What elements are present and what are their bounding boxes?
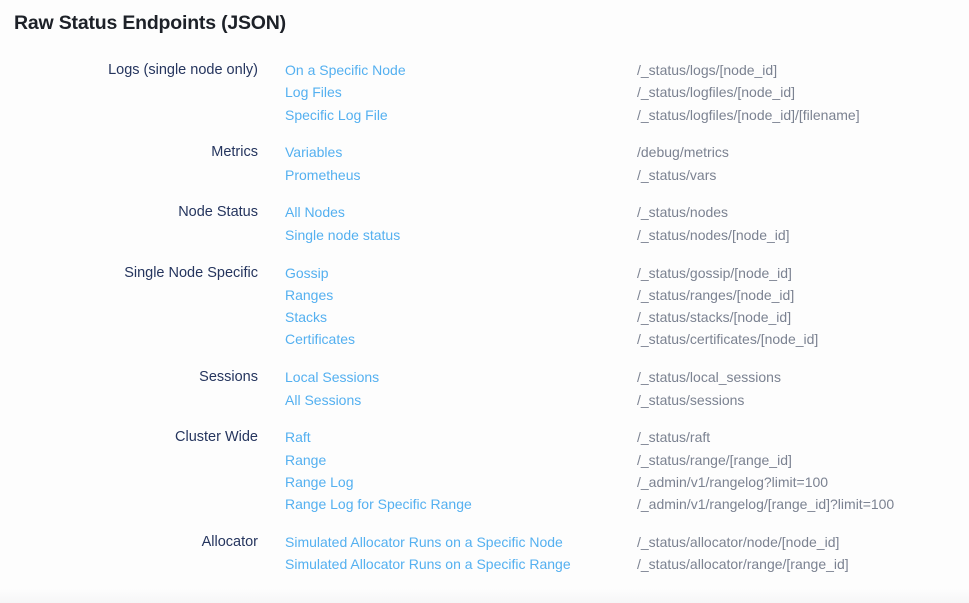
category-label: Logs (single node only) — [0, 59, 258, 81]
endpoint-link[interactable]: Single node status — [285, 224, 637, 246]
endpoint-link[interactable]: Local Sessions — [285, 366, 637, 388]
page-title: Raw Status Endpoints (JSON) — [14, 12, 969, 35]
category-label: Metrics — [0, 141, 258, 163]
endpoint-path: /_status/range/[range_id] — [637, 449, 792, 471]
endpoint-path: /_status/nodes/[node_id] — [637, 224, 790, 246]
endpoint-section: Cluster Wide Raft /_status/raft Range /_… — [0, 426, 969, 515]
section-rows: On a Specific Node /_status/logs/[node_i… — [285, 59, 969, 126]
endpoint-link[interactable]: Simulated Allocator Runs on a Specific N… — [285, 531, 637, 553]
endpoint-row: Variables /debug/metrics — [285, 141, 969, 163]
endpoint-link[interactable]: On a Specific Node — [285, 59, 637, 81]
endpoint-row: All Sessions /_status/sessions — [285, 389, 969, 411]
endpoint-row: Simulated Allocator Runs on a Specific N… — [285, 531, 969, 553]
endpoint-row: Gossip /_status/gossip/[node_id] — [285, 262, 969, 284]
endpoint-path: /_status/ranges/[node_id] — [637, 284, 794, 306]
endpoint-link[interactable]: Log Files — [285, 81, 637, 103]
endpoint-section: Single Node Specific Gossip /_status/gos… — [0, 262, 969, 351]
endpoint-section: Logs (single node only) On a Specific No… — [0, 59, 969, 126]
category-label: Cluster Wide — [0, 426, 258, 448]
endpoint-section: Sessions Local Sessions /_status/local_s… — [0, 366, 969, 411]
endpoint-link[interactable]: All Sessions — [285, 389, 637, 411]
endpoint-path: /_status/nodes — [637, 201, 728, 223]
endpoint-link[interactable]: Certificates — [285, 328, 637, 350]
endpoint-row: Range Log /_admin/v1/rangelog?limit=100 — [285, 471, 969, 493]
category-label: Single Node Specific — [0, 262, 258, 284]
endpoint-row: Range /_status/range/[range_id] — [285, 449, 969, 471]
endpoint-path: /_status/local_sessions — [637, 366, 781, 388]
category-label: Node Status — [0, 201, 258, 223]
endpoint-path: /_status/logs/[node_id] — [637, 59, 777, 81]
endpoint-path: /_status/gossip/[node_id] — [637, 262, 792, 284]
endpoint-path: /_status/vars — [637, 164, 716, 186]
endpoint-row: Specific Log File /_status/logfiles/[nod… — [285, 104, 969, 126]
section-rows: Raft /_status/raft Range /_status/range/… — [285, 426, 969, 515]
endpoint-row: All Nodes /_status/nodes — [285, 201, 969, 223]
endpoint-section: Allocator Simulated Allocator Runs on a … — [0, 531, 969, 576]
section-rows: Gossip /_status/gossip/[node_id] Ranges … — [285, 262, 969, 351]
endpoint-path: /_admin/v1/rangelog?limit=100 — [637, 471, 828, 493]
endpoint-link[interactable]: Simulated Allocator Runs on a Specific R… — [285, 553, 637, 575]
endpoint-row: Raft /_status/raft — [285, 426, 969, 448]
endpoint-row: Ranges /_status/ranges/[node_id] — [285, 284, 969, 306]
endpoint-path: /_status/logfiles/[node_id]/[filename] — [637, 104, 860, 126]
category-label: Allocator — [0, 531, 258, 553]
endpoint-link[interactable]: Range — [285, 449, 637, 471]
endpoint-link[interactable]: Range Log for Specific Range — [285, 493, 637, 515]
endpoint-link[interactable]: Range Log — [285, 471, 637, 493]
endpoint-path: /_status/certificates/[node_id] — [637, 328, 818, 350]
endpoint-path: /_status/sessions — [637, 389, 744, 411]
endpoint-row: Simulated Allocator Runs on a Specific R… — [285, 553, 969, 575]
endpoint-row: On a Specific Node /_status/logs/[node_i… — [285, 59, 969, 81]
endpoint-link[interactable]: Raft — [285, 426, 637, 448]
endpoint-row: Log Files /_status/logfiles/[node_id] — [285, 81, 969, 103]
footer-fade — [0, 589, 969, 603]
endpoint-link[interactable]: Gossip — [285, 262, 637, 284]
endpoint-section: Metrics Variables /debug/metrics Prometh… — [0, 141, 969, 186]
endpoint-row: Local Sessions /_status/local_sessions — [285, 366, 969, 388]
endpoint-row: Prometheus /_status/vars — [285, 164, 969, 186]
category-label: Sessions — [0, 366, 258, 388]
section-rows: Local Sessions /_status/local_sessions A… — [285, 366, 969, 411]
endpoint-link[interactable]: Specific Log File — [285, 104, 637, 126]
endpoint-row: Range Log for Specific Range /_admin/v1/… — [285, 493, 969, 515]
endpoint-path: /_status/stacks/[node_id] — [637, 306, 791, 328]
endpoint-link[interactable]: Stacks — [285, 306, 637, 328]
endpoint-path: /_status/allocator/range/[range_id] — [637, 553, 849, 575]
section-rows: All Nodes /_status/nodes Single node sta… — [285, 201, 969, 246]
endpoint-link[interactable]: All Nodes — [285, 201, 637, 223]
endpoint-path: /_status/logfiles/[node_id] — [637, 81, 795, 103]
endpoint-row: Single node status /_status/nodes/[node_… — [285, 224, 969, 246]
endpoint-link[interactable]: Prometheus — [285, 164, 637, 186]
endpoint-path: /_admin/v1/rangelog/[range_id]?limit=100 — [637, 493, 894, 515]
endpoint-row: Stacks /_status/stacks/[node_id] — [285, 306, 969, 328]
endpoint-path: /_status/allocator/node/[node_id] — [637, 531, 839, 553]
endpoint-link[interactable]: Variables — [285, 141, 637, 163]
endpoints-table: Logs (single node only) On a Specific No… — [0, 59, 969, 576]
endpoint-path: /_status/raft — [637, 426, 710, 448]
endpoint-section: Node Status All Nodes /_status/nodes Sin… — [0, 201, 969, 246]
section-rows: Variables /debug/metrics Prometheus /_st… — [285, 141, 969, 186]
endpoint-link[interactable]: Ranges — [285, 284, 637, 306]
endpoint-row: Certificates /_status/certificates/[node… — [285, 328, 969, 350]
section-rows: Simulated Allocator Runs on a Specific N… — [285, 531, 969, 576]
endpoint-path: /debug/metrics — [637, 141, 729, 163]
